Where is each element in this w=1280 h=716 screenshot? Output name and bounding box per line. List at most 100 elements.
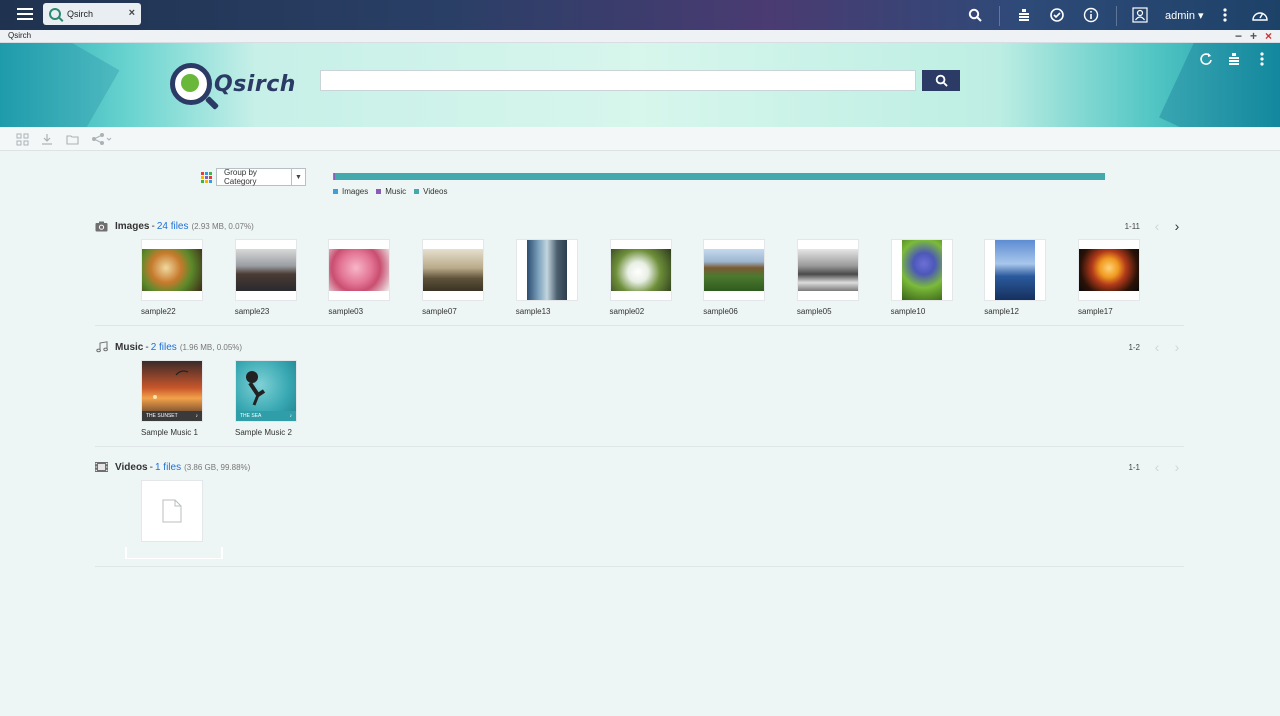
image-item[interactable]: sample06	[703, 239, 766, 316]
search-input[interactable]	[320, 70, 916, 91]
music-count-link[interactable]: 2 files	[151, 342, 177, 353]
next-page-icon[interactable]: ›	[1170, 340, 1184, 354]
next-page-icon[interactable]: ›	[1170, 219, 1184, 233]
qsirch-tab-icon	[49, 8, 61, 20]
prev-page-icon[interactable]: ‹	[1150, 460, 1164, 474]
images-count-link[interactable]: 24 files	[157, 221, 189, 232]
tab-close-icon[interactable]: ×	[129, 7, 135, 19]
app-window-titlebar: Qsirch − + ×	[0, 29, 1280, 43]
image-item-label: sample03	[328, 307, 364, 316]
sync-icon[interactable]	[1048, 6, 1066, 24]
image-item[interactable]: sample17	[1078, 239, 1140, 316]
image-item[interactable]: sample12	[984, 239, 1047, 316]
image-item[interactable]: sample22	[141, 239, 203, 316]
more-options-icon[interactable]	[1254, 51, 1270, 67]
image-thumbnail	[796, 239, 859, 301]
legend-item-videos: Videos	[414, 187, 447, 196]
app-tab-qsirch[interactable]: Qsirch ×	[43, 3, 141, 25]
thumbnail-image	[1079, 249, 1139, 291]
image-item[interactable]: sample05	[796, 239, 859, 316]
film-icon	[95, 461, 108, 473]
thumbnail-image	[610, 249, 671, 291]
album-caption: THE SUNSET ♪	[142, 411, 202, 421]
video-thumbnail	[141, 480, 203, 542]
camera-icon	[95, 220, 108, 232]
image-item[interactable]: sample07	[422, 239, 485, 316]
image-thumbnail	[984, 239, 1047, 301]
user-menu[interactable]: admin ▾	[1165, 9, 1204, 22]
album-caption-text: THE SUNSET	[146, 413, 178, 419]
image-item-label: sample02	[609, 307, 645, 316]
image-item-label: sample05	[796, 307, 832, 316]
music-item[interactable]: THE SUNSET ♪ Sample Music 1	[141, 360, 203, 437]
thumbnail-image	[526, 240, 567, 300]
image-item[interactable]: sample10	[890, 239, 953, 316]
maximize-button[interactable]: +	[1250, 29, 1257, 43]
share-icon[interactable]	[91, 131, 113, 147]
image-thumbnail	[703, 239, 766, 301]
album-art: THE SUNSET ♪	[141, 360, 203, 422]
image-thumbnail	[515, 239, 578, 301]
tasks-icon[interactable]	[1226, 51, 1242, 67]
dashboard-gauge-icon[interactable]	[1250, 6, 1270, 24]
music-note-icon: ♪	[289, 413, 293, 419]
section-header: Videos - 1 files (3.86 GB, 99.88%)	[95, 459, 250, 475]
group-by-label: Group by Category	[224, 168, 257, 186]
image-item[interactable]: sample02	[609, 239, 672, 316]
section-title: Videos	[115, 461, 148, 473]
desktop-topbar: Qsirch × admin ▾	[0, 0, 1280, 30]
image-thumbnail	[609, 239, 672, 301]
divider	[999, 6, 1000, 26]
minimize-button[interactable]: −	[1235, 29, 1242, 43]
image-item[interactable]: sample23	[234, 239, 297, 316]
background-tasks-icon[interactable]	[1015, 6, 1033, 24]
image-item-label: sample13	[515, 307, 551, 316]
thumbnail-image	[423, 249, 484, 291]
next-page-icon[interactable]: ›	[1170, 460, 1184, 474]
image-thumbnail	[328, 239, 391, 301]
separator: -	[149, 461, 153, 473]
music-section: Music - 2 files (1.96 MB, 0.05%) 1-2 ‹ ›…	[95, 339, 1184, 447]
page-range: 1-2	[1128, 342, 1140, 352]
download-icon[interactable]	[39, 131, 55, 147]
image-item[interactable]: sample13	[515, 239, 578, 316]
info-icon[interactable]	[1082, 6, 1100, 24]
video-name-field	[125, 547, 223, 559]
select-all-icon[interactable]	[14, 131, 30, 147]
thumbnail-image	[329, 249, 390, 291]
videos-count-link[interactable]: 1 files	[155, 462, 181, 473]
thumbnail-image	[235, 249, 296, 291]
thumbnail-image	[995, 240, 1036, 300]
user-avatar-icon[interactable]	[1131, 6, 1149, 24]
qsirch-logo: Qsirch	[170, 63, 296, 105]
search-button[interactable]	[922, 70, 960, 91]
prev-page-icon[interactable]: ‹	[1150, 219, 1164, 233]
group-by-select[interactable]: Group by Category ▼	[216, 168, 306, 186]
logo-text: Qsirch	[214, 71, 296, 97]
qsirch-logo-icon	[170, 63, 212, 105]
chevron-down-icon: ▼	[291, 169, 305, 185]
more-options-icon[interactable]	[1216, 6, 1234, 24]
main-menu-icon[interactable]	[14, 5, 36, 25]
refresh-icon[interactable]	[1198, 51, 1214, 67]
file-icon	[162, 499, 182, 523]
music-item[interactable]: THE SEA ♪ Sample Music 2	[235, 360, 297, 437]
album-caption-text: THE SEA	[240, 413, 262, 419]
search-icon	[935, 74, 948, 87]
search-icon[interactable]	[966, 6, 984, 24]
close-button[interactable]: ×	[1265, 29, 1272, 43]
prev-page-icon[interactable]: ‹	[1150, 340, 1164, 354]
image-thumbnail	[890, 239, 953, 301]
thumbnail-image	[901, 240, 942, 300]
section-meta: (2.93 MB, 0.07%)	[191, 221, 254, 231]
open-folder-icon[interactable]	[64, 131, 80, 147]
video-item[interactable]	[141, 480, 203, 542]
header-banner: Qsirch	[0, 43, 1280, 127]
videos-pager: 1-1 ‹ ›	[1128, 460, 1184, 474]
thumbnail-image	[704, 249, 765, 291]
image-item[interactable]: sample03	[328, 239, 391, 316]
image-item-label: sample23	[234, 307, 270, 316]
image-thumbnail	[141, 239, 203, 301]
legend-item-images: Images	[333, 187, 368, 196]
album-art: THE SEA ♪	[235, 360, 297, 422]
